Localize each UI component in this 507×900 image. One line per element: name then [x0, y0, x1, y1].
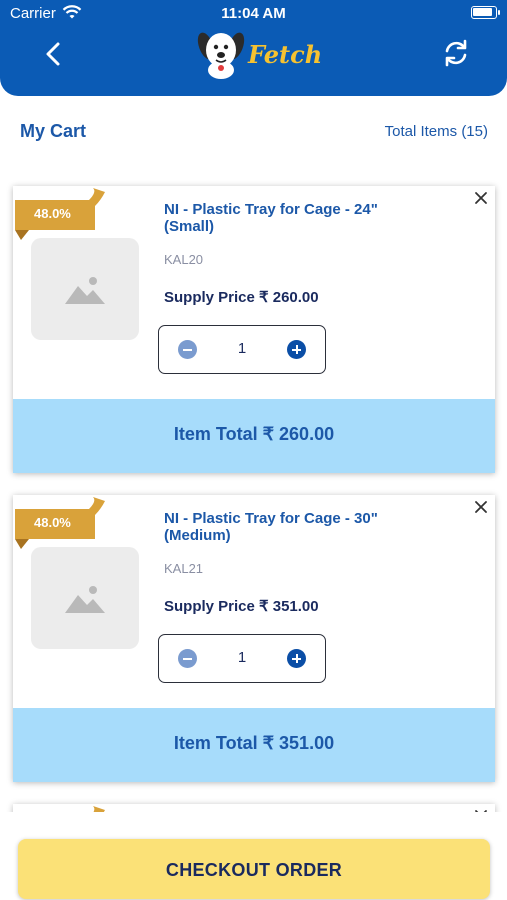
- product-image-placeholder: [31, 547, 139, 649]
- refresh-button[interactable]: [441, 38, 471, 68]
- fetch-logo: Fetch: [196, 26, 326, 82]
- item-total: Item Total ₹ 351.00: [173, 733, 335, 753]
- cart-item-card: 48.0% NI - Plastic Tray for Cage - 24" (…: [13, 186, 495, 473]
- product-code: KAL20: [164, 252, 204, 267]
- checkout-label: CHECKOUT ORDER: [165, 860, 343, 880]
- remove-item-button[interactable]: [473, 190, 489, 206]
- total-items-count: Total Items (15): [384, 123, 488, 140]
- quantity-stepper: 1: [158, 325, 326, 374]
- item-total: Item Total ₹ 260.00: [173, 424, 335, 444]
- discount-badge: 48.0%: [34, 515, 71, 530]
- remove-item-button[interactable]: [473, 499, 489, 515]
- product-code: KAL21: [164, 561, 204, 576]
- product-name[interactable]: NI - Plastic Tray for Cage - 24" (Small): [164, 201, 404, 235]
- status-time: 11:04 AM: [221, 5, 286, 22]
- discount-badge: 48.0%: [34, 206, 71, 221]
- page-title: My Cart: [20, 121, 87, 141]
- product-image-placeholder: [31, 238, 139, 340]
- checkout-order-button[interactable]: CHECKOUT ORDER: [18, 839, 490, 899]
- quantity-stepper: 1: [158, 634, 326, 683]
- supply-price: Supply Price ₹ 351.00: [164, 598, 319, 615]
- increase-quantity-button[interactable]: [287, 649, 306, 668]
- image-placeholder-icon: [65, 586, 105, 613]
- item-total-bar: Item Total ₹ 260.00: [13, 399, 495, 473]
- item-total-bar: Item Total ₹ 351.00: [13, 708, 495, 782]
- app-header: Carrier 11:04 AM Fetch: [0, 0, 507, 96]
- image-placeholder-icon: [65, 277, 105, 304]
- product-name[interactable]: NI - Plastic Tray for Cage - 30" (Medium…: [164, 510, 404, 544]
- supply-price: Supply Price ₹ 260.00: [164, 289, 319, 306]
- status-bar: Carrier 11:04 AM: [0, 0, 507, 28]
- dog-icon: [197, 32, 245, 79]
- checkout-footer: CHECKOUT ORDER: [0, 812, 507, 900]
- back-button[interactable]: [38, 38, 70, 70]
- cart-item-card: 48.0% NI - Plastic Tray for Cage - 30" (…: [13, 495, 495, 782]
- battery-icon: [471, 6, 500, 19]
- increase-quantity-button[interactable]: [287, 340, 306, 359]
- logo-text: Fetch: [248, 40, 323, 69]
